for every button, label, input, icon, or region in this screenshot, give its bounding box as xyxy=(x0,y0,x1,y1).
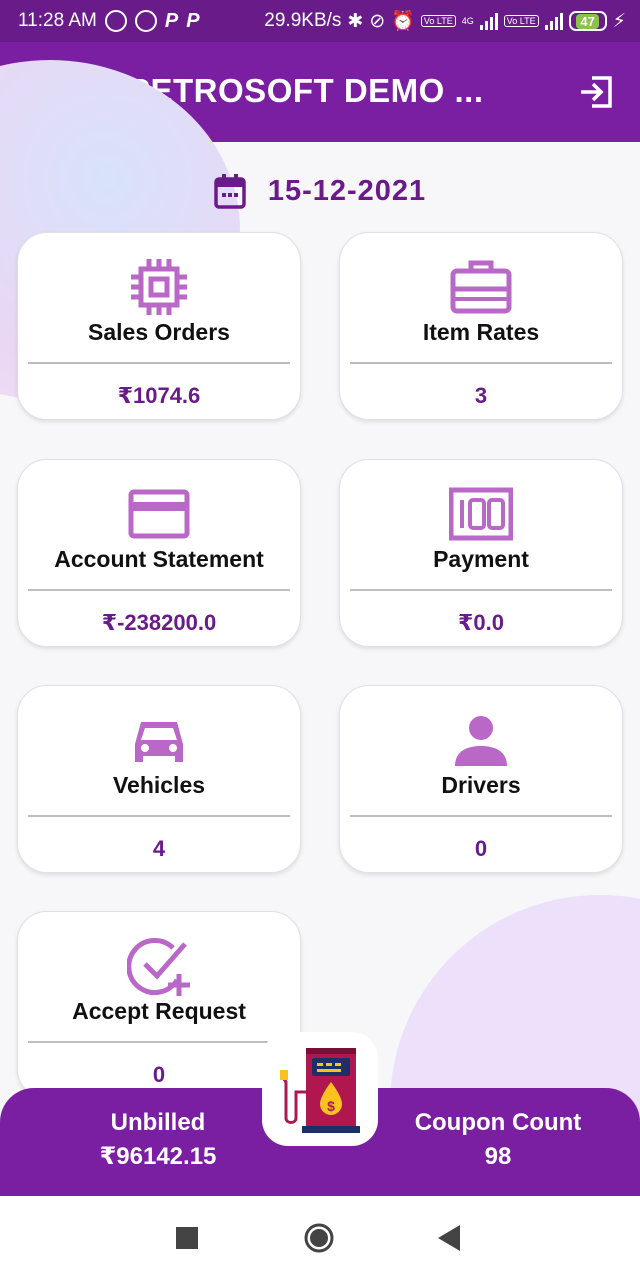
car-icon xyxy=(135,722,183,762)
divider xyxy=(28,589,290,591)
volte-badge: Vo LTE xyxy=(420,15,456,27)
system-nav-bar xyxy=(0,1196,640,1280)
check-plus-icon xyxy=(127,938,190,996)
signal-icon xyxy=(479,12,498,30)
signal-icon-2 xyxy=(544,12,563,30)
card-label: Sales Orders xyxy=(88,319,230,345)
card-accept-request[interactable]: Accept Request 0 xyxy=(17,911,301,1099)
card-label: Drivers xyxy=(441,772,521,798)
back-icon[interactable] xyxy=(438,1225,462,1251)
mute-icon: ⊘ xyxy=(369,10,386,32)
battery-level: 47 xyxy=(576,13,599,29)
unbilled-label: Unbilled xyxy=(110,1109,206,1136)
divider xyxy=(28,815,290,817)
p-app-icon-2: P xyxy=(186,9,200,32)
card-value: ₹-238200.0 xyxy=(101,610,217,635)
battery-icon: 47 xyxy=(568,11,607,31)
card-label: Payment xyxy=(433,546,529,572)
card-label: Item Rates xyxy=(422,319,540,345)
charging-icon: ⚡ xyxy=(612,10,626,32)
whatsapp-icon xyxy=(104,10,127,32)
net-speed: 29.9KB/s xyxy=(264,10,342,31)
money-icon xyxy=(449,487,513,541)
coupon-summary[interactable]: Coupon Count 98 xyxy=(388,1106,608,1174)
card-label: Vehicles xyxy=(112,772,206,798)
app-title: PETROSOFT DEMO ... xyxy=(128,72,484,109)
divider xyxy=(350,815,612,817)
card-label: Accept Request xyxy=(72,998,246,1024)
card-sales-orders[interactable]: Sales Orders ₹1074.6 xyxy=(17,232,301,420)
briefcase-icon xyxy=(450,260,512,314)
p-app-icon: P xyxy=(164,9,179,32)
logout-icon[interactable] xyxy=(578,74,614,110)
card-value: 0 xyxy=(152,1062,166,1087)
card-vehicles[interactable]: Vehicles 4 xyxy=(17,685,301,873)
chip-icon xyxy=(131,259,187,315)
card-value: 3 xyxy=(474,383,488,408)
credit-card-icon xyxy=(128,489,190,539)
coupon-label: Coupon Count xyxy=(414,1109,582,1136)
unbilled-summary[interactable]: Unbilled ₹96142.15 xyxy=(48,1106,268,1174)
fuel-pump-button[interactable]: $ xyxy=(262,1032,378,1146)
card-account-statement[interactable]: Account Statement ₹-238200.0 xyxy=(17,459,301,647)
alarm-icon: ⏰ xyxy=(391,11,415,32)
date-value: 15-12-2021 xyxy=(267,174,427,207)
card-value: 4 xyxy=(152,836,166,861)
calendar-icon xyxy=(214,174,246,209)
card-drivers[interactable]: Drivers 0 xyxy=(339,685,623,873)
status-time: 11:28 AM xyxy=(18,10,97,31)
card-value: ₹0.0 xyxy=(458,610,504,635)
card-item-rates[interactable]: Item Rates 3 xyxy=(339,232,623,420)
chrome-icon xyxy=(134,10,157,32)
recents-icon[interactable] xyxy=(176,1227,198,1249)
volte-badge-2: Vo LTE xyxy=(503,15,539,27)
bluetooth-icon: ✱ xyxy=(347,10,364,32)
divider xyxy=(28,1041,290,1043)
date-selector[interactable]: 15-12-2021 xyxy=(0,166,640,216)
coupon-value: 98 xyxy=(484,1143,512,1170)
card-value: 0 xyxy=(474,836,488,861)
fuel-pump-icon: $ xyxy=(280,1048,360,1133)
screen: 11:28 AM P P 29.9KB/s ✱ ⊘ ⏰ Vo LTE 4G Vo… xyxy=(0,0,640,1280)
card-value: ₹1074.6 xyxy=(117,383,201,408)
card-label: Account Statement xyxy=(54,546,264,572)
svg-text:$: $ xyxy=(327,1098,335,1114)
person-icon xyxy=(455,716,507,766)
home-icon[interactable] xyxy=(303,1222,335,1254)
divider xyxy=(350,589,612,591)
status-bar: 11:28 AM P P 29.9KB/s ✱ ⊘ ⏰ Vo LTE 4G Vo… xyxy=(0,0,640,42)
unbilled-value: ₹96142.15 xyxy=(99,1143,217,1170)
network-type: 4G xyxy=(461,16,474,26)
divider xyxy=(350,362,612,364)
divider xyxy=(28,362,290,364)
card-payment[interactable]: Payment ₹0.0 xyxy=(339,459,623,647)
